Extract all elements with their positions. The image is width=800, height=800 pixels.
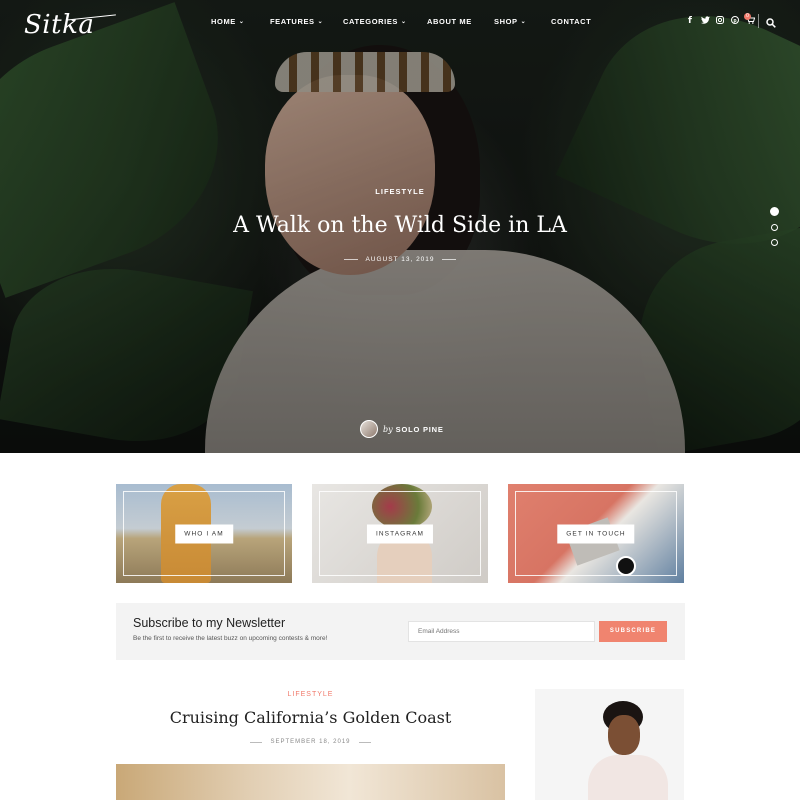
post-featured-image[interactable] bbox=[116, 764, 505, 800]
slider-dot-2[interactable] bbox=[771, 224, 778, 231]
site-logo[interactable]: Sitka bbox=[24, 10, 94, 40]
post-category[interactable]: LIFESTYLE bbox=[116, 691, 505, 698]
divider-line bbox=[344, 259, 359, 260]
newsletter-title: Subscribe to my Newsletter bbox=[133, 616, 286, 630]
nav-item-label: ABOUT ME bbox=[427, 17, 472, 26]
promo-box-get-in-touch[interactable]: GET IN TOUCH bbox=[508, 484, 684, 583]
nav-item-label: SHOP bbox=[494, 17, 518, 26]
hero-date: AUGUST 13, 2019 bbox=[365, 256, 435, 263]
post-title[interactable]: Cruising California’s Golden Coast bbox=[116, 708, 505, 727]
post-date: SEPTEMBER 18, 2019 bbox=[270, 739, 351, 745]
hero-category[interactable]: LIFESTYLE bbox=[0, 187, 800, 196]
instagram-icon[interactable] bbox=[715, 16, 725, 26]
hero-date-row: AUGUST 13, 2019 bbox=[0, 256, 800, 263]
promo-label: GET IN TOUCH bbox=[557, 524, 635, 543]
about-photo-body bbox=[588, 755, 668, 800]
hero-title[interactable]: A Walk on the Wild Side in LA bbox=[0, 213, 800, 238]
promo-box-instagram[interactable]: INSTAGRAM bbox=[312, 484, 488, 583]
nav-item-features[interactable]: FEATURES ⌄ bbox=[270, 17, 343, 26]
nav-item-label: CATEGORIES bbox=[343, 17, 399, 26]
subscribe-button[interactable]: SUBSCRIBE bbox=[599, 621, 667, 642]
nav-item-label: FEATURES bbox=[270, 17, 315, 26]
chevron-down-icon: ⌄ bbox=[238, 19, 245, 25]
post-date-row: SEPTEMBER 18, 2019 bbox=[116, 739, 505, 745]
chevron-down-icon: ⌄ bbox=[520, 19, 527, 25]
sidebar-about-widget bbox=[535, 689, 684, 800]
author-name[interactable]: SOLO PINE bbox=[396, 425, 444, 434]
newsletter-subtitle: Be the first to receive the latest buzz … bbox=[133, 635, 328, 642]
avatar bbox=[360, 420, 378, 438]
twitter-icon[interactable] bbox=[700, 16, 710, 26]
nav-divider bbox=[758, 14, 759, 28]
chevron-down-icon: ⌄ bbox=[317, 19, 324, 25]
author-prefix: by bbox=[383, 424, 393, 434]
nav-item-contact[interactable]: CONTACT bbox=[551, 17, 591, 26]
divider-line bbox=[441, 259, 456, 260]
email-field[interactable] bbox=[408, 621, 595, 642]
promo-label: WHO I AM bbox=[175, 524, 233, 543]
divider-line bbox=[358, 741, 371, 743]
nav-item-label: HOME bbox=[211, 17, 236, 26]
newsletter-box: Subscribe to my Newsletter Be the first … bbox=[116, 603, 685, 660]
svg-text:p: p bbox=[733, 18, 736, 24]
slider-dot-3[interactable] bbox=[771, 239, 778, 246]
chevron-down-icon: ⌄ bbox=[401, 19, 407, 25]
nav-item-home[interactable]: HOME ⌄ bbox=[211, 17, 270, 26]
divider-line bbox=[250, 741, 263, 743]
nav-item-categories[interactable]: CATEGORIES ⌄ bbox=[343, 17, 427, 26]
nav-item-label: CONTACT bbox=[551, 17, 592, 26]
about-photo-face bbox=[608, 715, 640, 755]
pinterest-icon[interactable]: p bbox=[730, 16, 740, 26]
main-nav: HOME ⌄ FEATURES ⌄ CATEGORIES ⌄ ABOUT ME SHO… bbox=[211, 17, 591, 26]
facebook-icon[interactable]: f bbox=[685, 16, 695, 26]
nav-item-shop[interactable]: SHOP ⌄ bbox=[494, 17, 551, 26]
nav-item-about-me[interactable]: ABOUT ME bbox=[427, 17, 494, 26]
search-icon[interactable] bbox=[766, 15, 776, 28]
about-photo bbox=[583, 697, 673, 800]
hero-author[interactable]: by SOLO PINE bbox=[360, 420, 444, 438]
promo-label: INSTAGRAM bbox=[366, 524, 434, 543]
promo-box-who-i-am[interactable]: WHO I AM bbox=[116, 484, 292, 583]
slider-dot-1[interactable] bbox=[770, 207, 779, 216]
slider-pagination bbox=[770, 207, 779, 254]
cart-count-badge: 0 bbox=[744, 13, 751, 20]
